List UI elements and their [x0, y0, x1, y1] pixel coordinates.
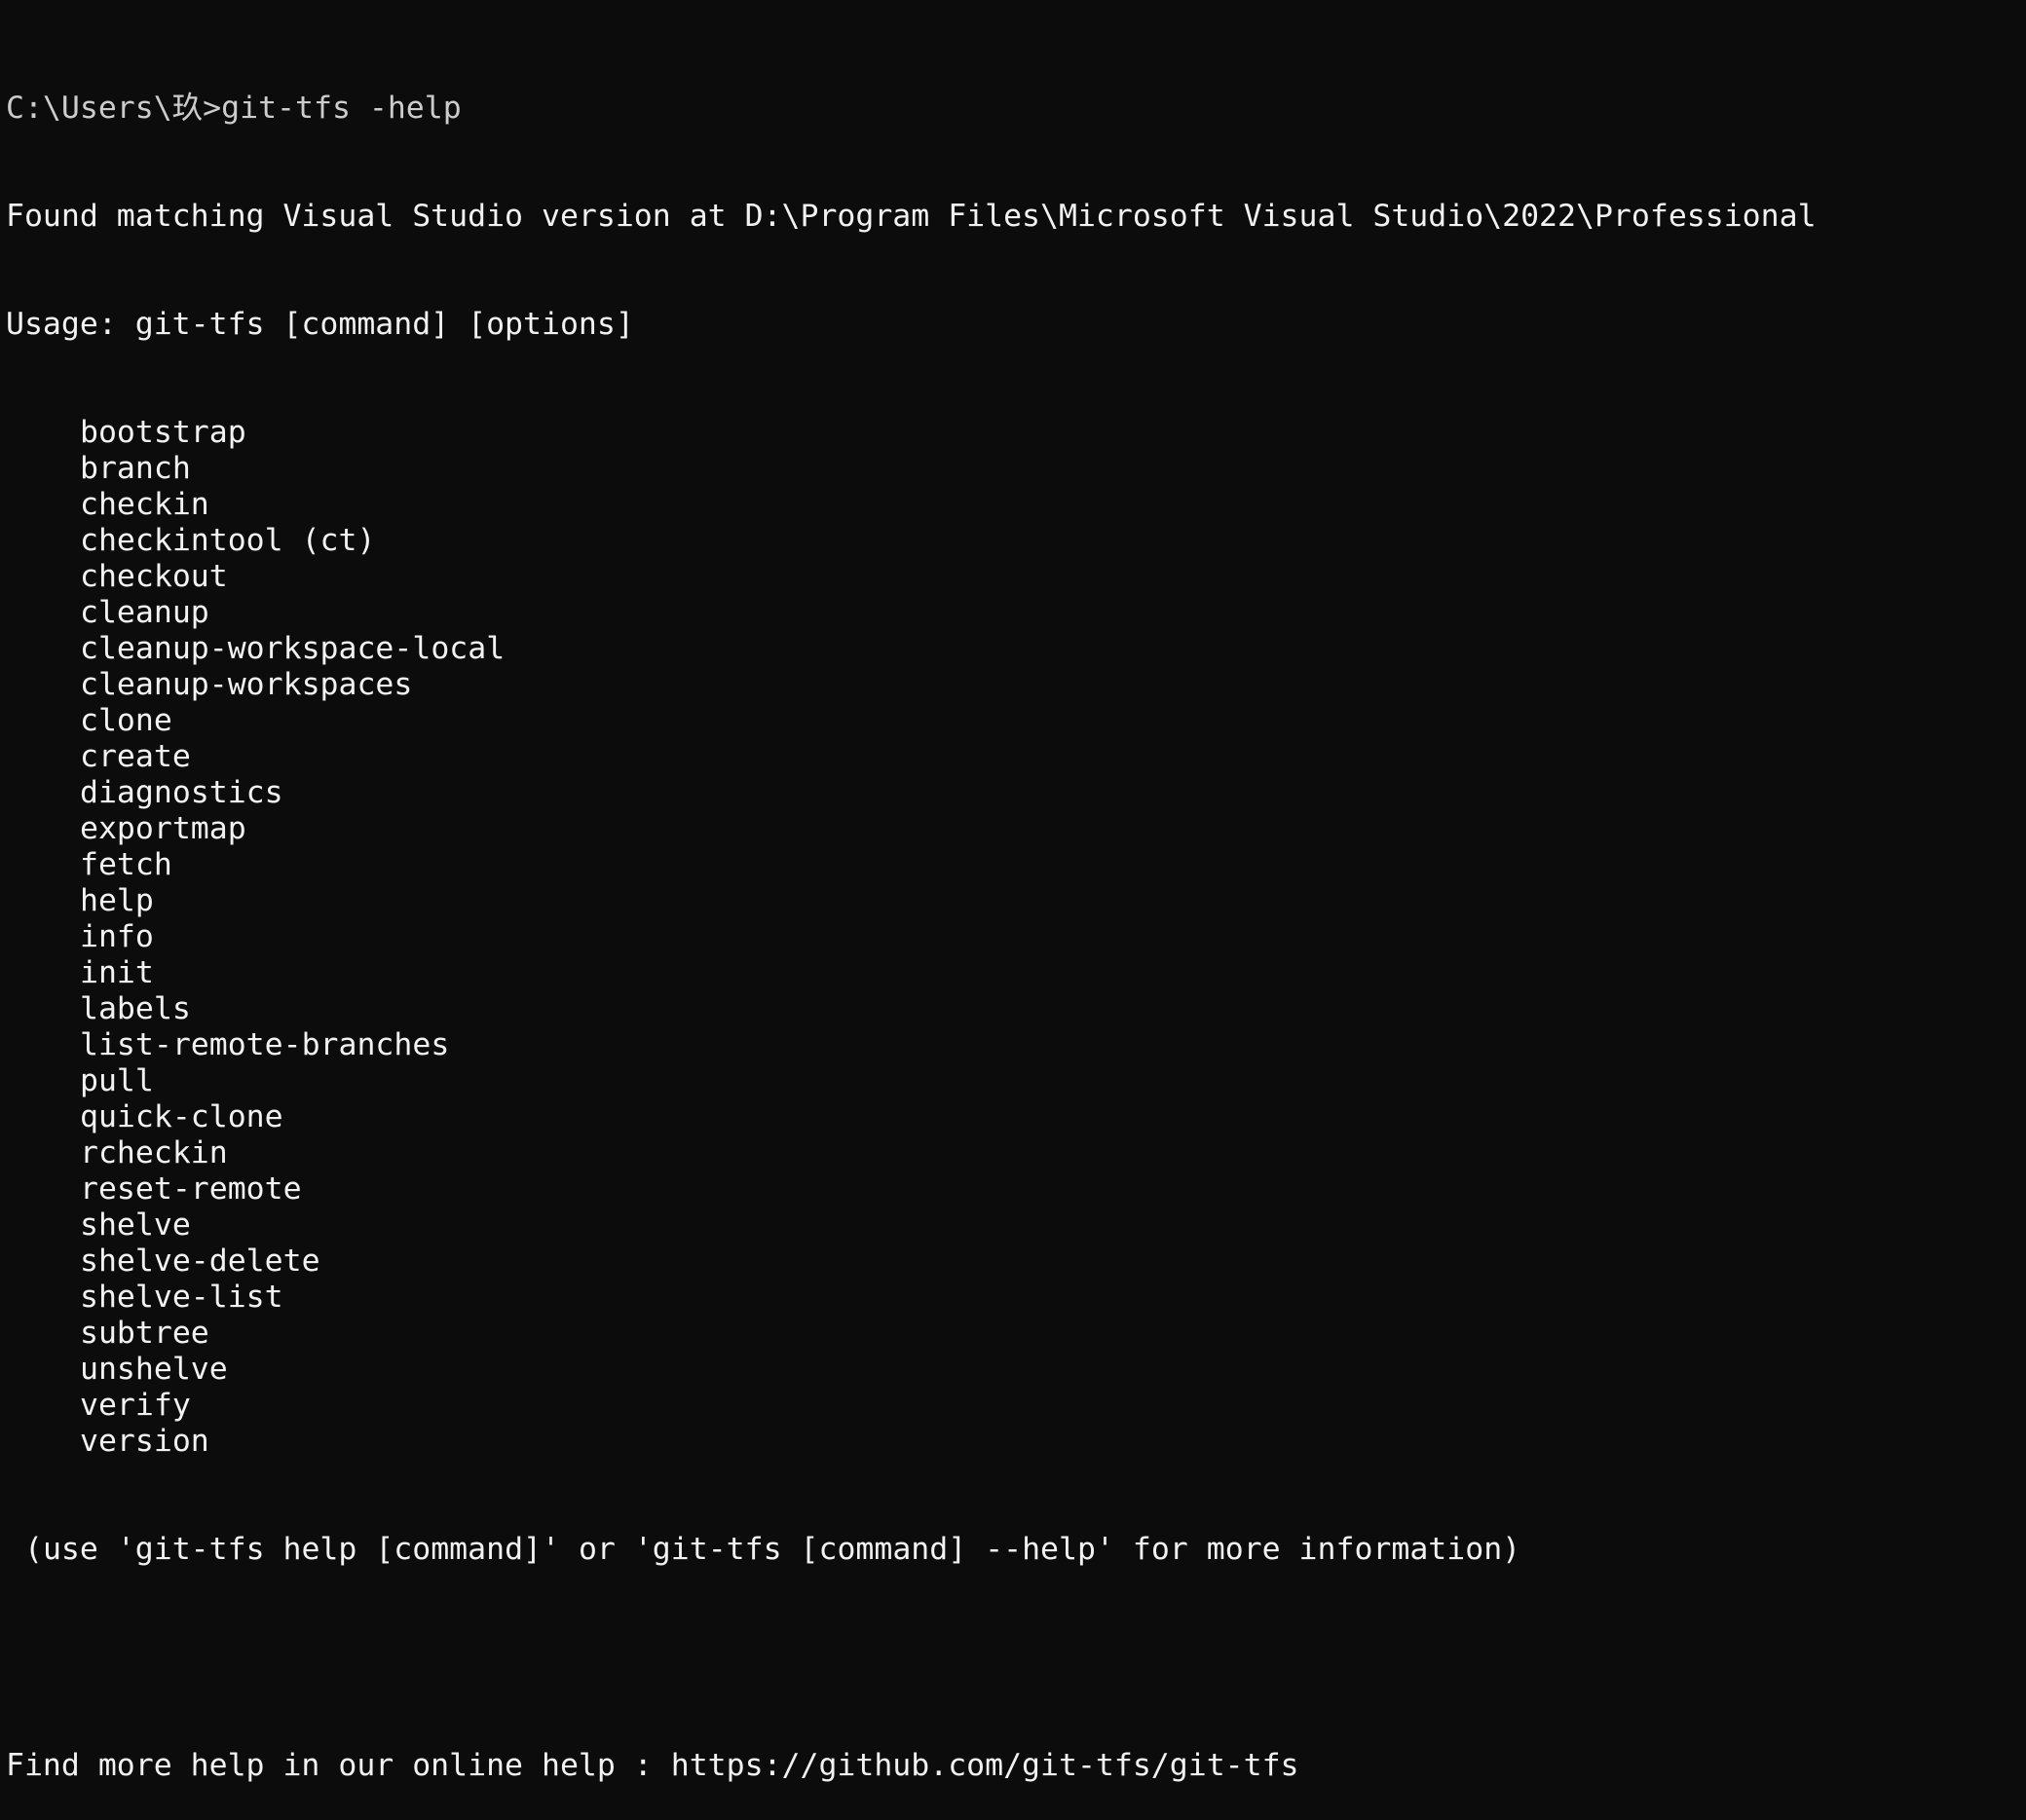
command-list-item: branch	[80, 451, 191, 486]
online-help-line: Find more help in our online help : http…	[6, 1748, 1299, 1783]
command-list-item: labels	[80, 991, 191, 1026]
command-list-item: fetch	[80, 847, 172, 882]
command-list-item: version	[80, 1424, 209, 1459]
command-list-item: quick-clone	[80, 1099, 283, 1134]
command-list-item: init	[80, 955, 154, 990]
command-list-item: clone	[80, 703, 172, 738]
command-list-item: cleanup-workspace-local	[80, 631, 506, 666]
command-list-item: info	[80, 919, 154, 954]
command-list-item: checkin	[80, 487, 209, 522]
command-list-item: rcheckin	[80, 1135, 228, 1170]
command-list-item: unshelve	[80, 1352, 228, 1387]
command-list-item: verify	[80, 1388, 191, 1423]
command-list-item: create	[80, 739, 191, 774]
command-prompt-line: C:\Users\玖>git-tfs -help	[6, 91, 2022, 127]
command-list-item: shelve-list	[80, 1280, 283, 1315]
command-list-item: cleanup-workspaces	[80, 667, 413, 702]
command-list-item: exportmap	[80, 811, 246, 846]
command-list-item: shelve-delete	[80, 1244, 320, 1279]
command-list-item: shelve	[80, 1207, 191, 1243]
usage-note-line: (use 'git-tfs help [command]' or 'git-tf…	[24, 1532, 1521, 1567]
usage-line: Usage: git-tfs [command] [options]	[6, 307, 634, 342]
command-list-item: help	[80, 883, 154, 918]
entered-command: git-tfs -help	[221, 91, 462, 126]
command-list-item: reset-remote	[80, 1171, 302, 1207]
command-list-item: subtree	[80, 1316, 209, 1351]
command-list-item: checkintool (ct)	[80, 523, 376, 558]
terminal-window[interactable]: C:\Users\玖>git-tfs -help Found matching …	[6, 19, 2022, 1820]
command-list-item: diagnostics	[80, 775, 283, 810]
vs-found-line: Found matching Visual Studio version at …	[6, 199, 1817, 234]
command-list-item: checkout	[80, 559, 228, 594]
command-list: bootstrap branch checkin checkintool (ct) ch…	[6, 415, 2022, 1460]
command-list-item: bootstrap	[80, 415, 246, 450]
command-list-item: list-remote-branches	[80, 1027, 450, 1062]
command-list-item: cleanup	[80, 595, 209, 630]
command-list-item: pull	[80, 1063, 154, 1098]
prompt-path: C:\Users\玖>	[6, 91, 222, 126]
